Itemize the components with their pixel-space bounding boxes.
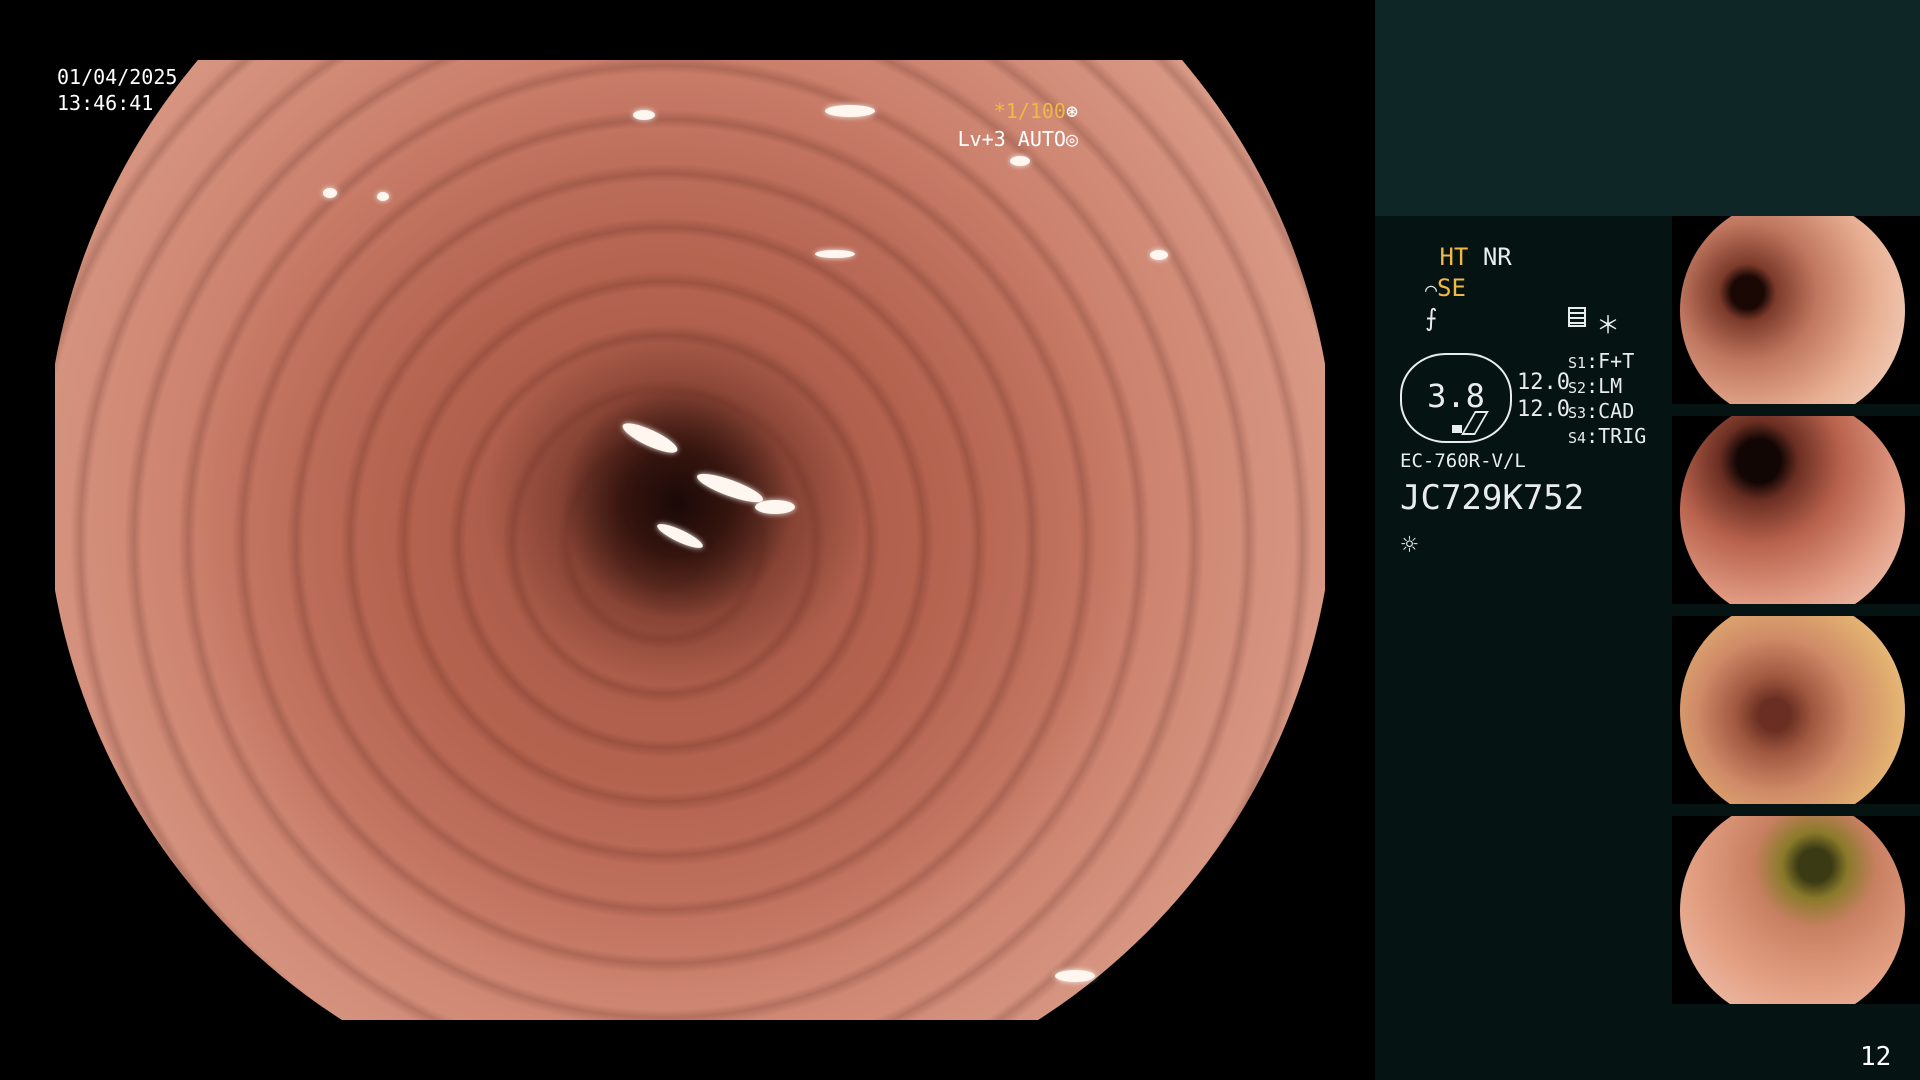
mode-row-1: HT NR bbox=[1425, 243, 1512, 271]
preset-value: F+T bbox=[1598, 349, 1635, 373]
capture-thumbnail[interactable] bbox=[1672, 616, 1920, 804]
scope-serial: JC729K752 bbox=[1400, 478, 1585, 518]
highlight bbox=[377, 192, 389, 201]
side-panel: HT NR ⌒SE ⨍ ＊ 3.8 12.0 12.0 S1:F+T S2:LM… bbox=[1375, 0, 1920, 1080]
time-text: 13:46:41 bbox=[57, 91, 154, 115]
mode-row-3: ⨍ bbox=[1425, 304, 1438, 332]
asterisk-icon: ＊ bbox=[1596, 311, 1620, 339]
level-readout: Lv+3 AUTO◎ bbox=[958, 126, 1078, 152]
scope-model: EC-760R-V/L bbox=[1400, 450, 1526, 472]
preset-key: S1 bbox=[1568, 354, 1587, 372]
preset-key: S4 bbox=[1568, 429, 1587, 447]
preset-s2: S2:LM bbox=[1568, 374, 1623, 398]
highlight bbox=[323, 188, 337, 198]
panel-header bbox=[1375, 0, 1920, 216]
highlight bbox=[815, 250, 855, 258]
light-icon: ☼ bbox=[1401, 528, 1418, 561]
scope-icon: ⌒ bbox=[1425, 277, 1438, 301]
preset-value: LM bbox=[1598, 374, 1623, 398]
preset-key: S2 bbox=[1568, 379, 1587, 397]
highlight bbox=[1010, 156, 1030, 166]
preset-s1: S1:F+T bbox=[1568, 349, 1635, 373]
preset-s3: S3:CAD bbox=[1568, 399, 1635, 423]
highlight bbox=[1055, 970, 1095, 982]
thumbnail-image bbox=[1680, 416, 1905, 604]
highlight bbox=[755, 500, 795, 514]
level-text: Lv+3 AUTO bbox=[957, 127, 1066, 151]
highlight bbox=[1150, 250, 1168, 260]
value-b: 12.0 bbox=[1517, 397, 1570, 422]
thumbnail-image bbox=[1680, 816, 1905, 1004]
mode-row-2: ⌒SE bbox=[1425, 274, 1466, 302]
grid-icon bbox=[1568, 307, 1586, 327]
preset-s4: S4:TRIG bbox=[1568, 424, 1647, 448]
capture-thumbnail[interactable] bbox=[1672, 216, 1920, 404]
mode-nr: NR bbox=[1482, 243, 1512, 271]
thumbnail-image bbox=[1680, 216, 1905, 404]
exposure-gauge: 3.8 bbox=[1400, 353, 1512, 443]
zoom-readout: *1/100⊛ bbox=[994, 98, 1078, 124]
preset-key: S3 bbox=[1568, 404, 1587, 422]
datetime-readout: 01/04/2025 13:46:41 bbox=[57, 64, 177, 116]
target-icon: ◎ bbox=[1065, 127, 1078, 151]
page-number: 12 bbox=[1860, 1042, 1892, 1072]
preset-value: CAD bbox=[1598, 399, 1635, 423]
aperture-icon: ⊛ bbox=[1065, 99, 1078, 123]
capture-thumbnail[interactable] bbox=[1672, 816, 1920, 1004]
zoom-text: *1/100 bbox=[993, 99, 1066, 123]
mode-se: SE bbox=[1437, 274, 1466, 302]
preset-value: TRIG bbox=[1598, 424, 1647, 448]
mode-ht: HT bbox=[1439, 243, 1469, 271]
endoscope-view bbox=[55, 60, 1325, 1020]
gauge-indicator bbox=[1452, 425, 1462, 433]
thumbnail-image bbox=[1680, 616, 1905, 804]
highlight bbox=[825, 105, 875, 117]
enhance-icon: ⨍ bbox=[1425, 304, 1438, 332]
highlight bbox=[633, 110, 655, 120]
value-a: 12.0 bbox=[1517, 370, 1570, 395]
capture-thumbnail[interactable] bbox=[1672, 416, 1920, 604]
date-text: 01/04/2025 bbox=[57, 65, 178, 89]
gauge-value: 3.8 bbox=[1427, 377, 1485, 415]
